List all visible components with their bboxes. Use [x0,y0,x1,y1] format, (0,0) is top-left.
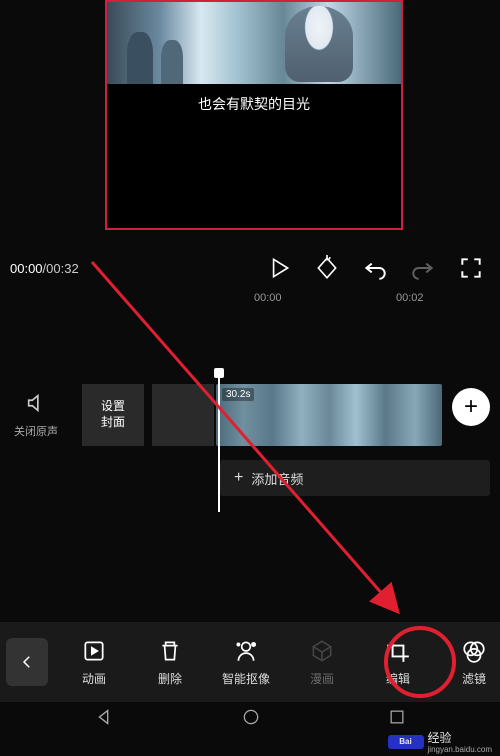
filter-icon [461,638,487,664]
cover-label-1: 设置 [101,399,125,415]
tool-edit[interactable]: 编辑 [360,638,436,687]
preview-figure [285,6,353,82]
timeline[interactable]: 关闭原声 设置 封面 30.2s [0,380,500,450]
video-preview[interactable]: 也会有默契的目光 [105,0,403,230]
tool-comic[interactable]: 漫画 [284,638,360,687]
tool-label: 动画 [82,670,106,687]
preview-frame [107,2,401,84]
animation-icon [81,638,107,664]
person-icon [233,638,259,664]
tool-filter[interactable]: 滤镜 [436,638,500,687]
keyframe-button[interactable] [314,255,340,281]
watermark-text: 经验 jingyan.baidu.com [428,729,492,754]
redo-button[interactable] [410,255,436,281]
video-subtitle: 也会有默契的目光 [107,94,401,114]
undo-button[interactable] [362,255,388,281]
video-clip[interactable]: 30.2s [216,384,442,446]
bottom-toolbar: 动画 删除 智能抠像 漫画 编辑 滤镜 [0,622,500,702]
ruler-mark: 00:00 [254,292,282,304]
playback-bar: 00:00/00:32 [0,248,500,288]
mute-toggle[interactable]: 关闭原声 [0,392,72,439]
play-icon [266,255,292,281]
tool-label: 编辑 [386,670,410,687]
preview-figure [161,40,183,84]
play-button[interactable] [266,255,292,281]
redo-icon [410,255,436,281]
watermark-logo: Bai [388,735,424,749]
set-cover-button[interactable]: 设置 封面 [82,384,144,446]
timecode: 00:00/00:32 [10,261,79,276]
mute-label: 关闭原声 [0,423,72,439]
preview-figure [127,32,153,84]
undo-icon [362,255,388,281]
square-icon [387,707,407,727]
cover-label-2: 封面 [101,415,125,431]
plus-icon: + [234,469,243,487]
tool-label: 滤镜 [462,670,486,687]
fullscreen-button[interactable] [458,255,484,281]
keyframe-icon [314,255,340,281]
tool-cutout[interactable]: 智能抠像 [208,638,284,687]
back-button[interactable] [6,638,48,686]
tool-label: 漫画 [310,670,334,687]
fullscreen-icon [458,255,484,281]
add-audio-button[interactable]: + 添加音频 [220,460,490,496]
tool-label: 删除 [158,670,182,687]
tool-animation[interactable]: 动画 [56,638,132,687]
watermark: Bai 经验 jingyan.baidu.com [388,729,492,754]
cube-icon [309,638,335,664]
time-ruler[interactable]: 00:00 00:02 [0,292,500,316]
playhead[interactable] [218,370,220,512]
timeline-gap [152,384,214,446]
nav-home[interactable] [241,707,261,732]
plus-icon: + [464,393,478,421]
tool-delete[interactable]: 删除 [132,638,208,687]
current-time: 00:00 [10,261,43,276]
ruler-mark: 00:02 [396,292,424,304]
nav-recent[interactable] [387,707,407,732]
triangle-left-icon [93,706,115,728]
nav-back[interactable] [93,706,115,733]
total-time: 00:32 [46,261,79,276]
circle-icon [241,707,261,727]
speaker-icon [25,392,47,414]
tool-label: 智能抠像 [222,670,270,687]
clip-duration: 30.2s [222,388,254,401]
trash-icon [157,638,183,664]
chevron-left-icon [18,653,36,671]
add-clip-button[interactable]: + [452,388,490,426]
add-audio-label: 添加音频 [251,469,303,488]
crop-icon [385,638,411,664]
